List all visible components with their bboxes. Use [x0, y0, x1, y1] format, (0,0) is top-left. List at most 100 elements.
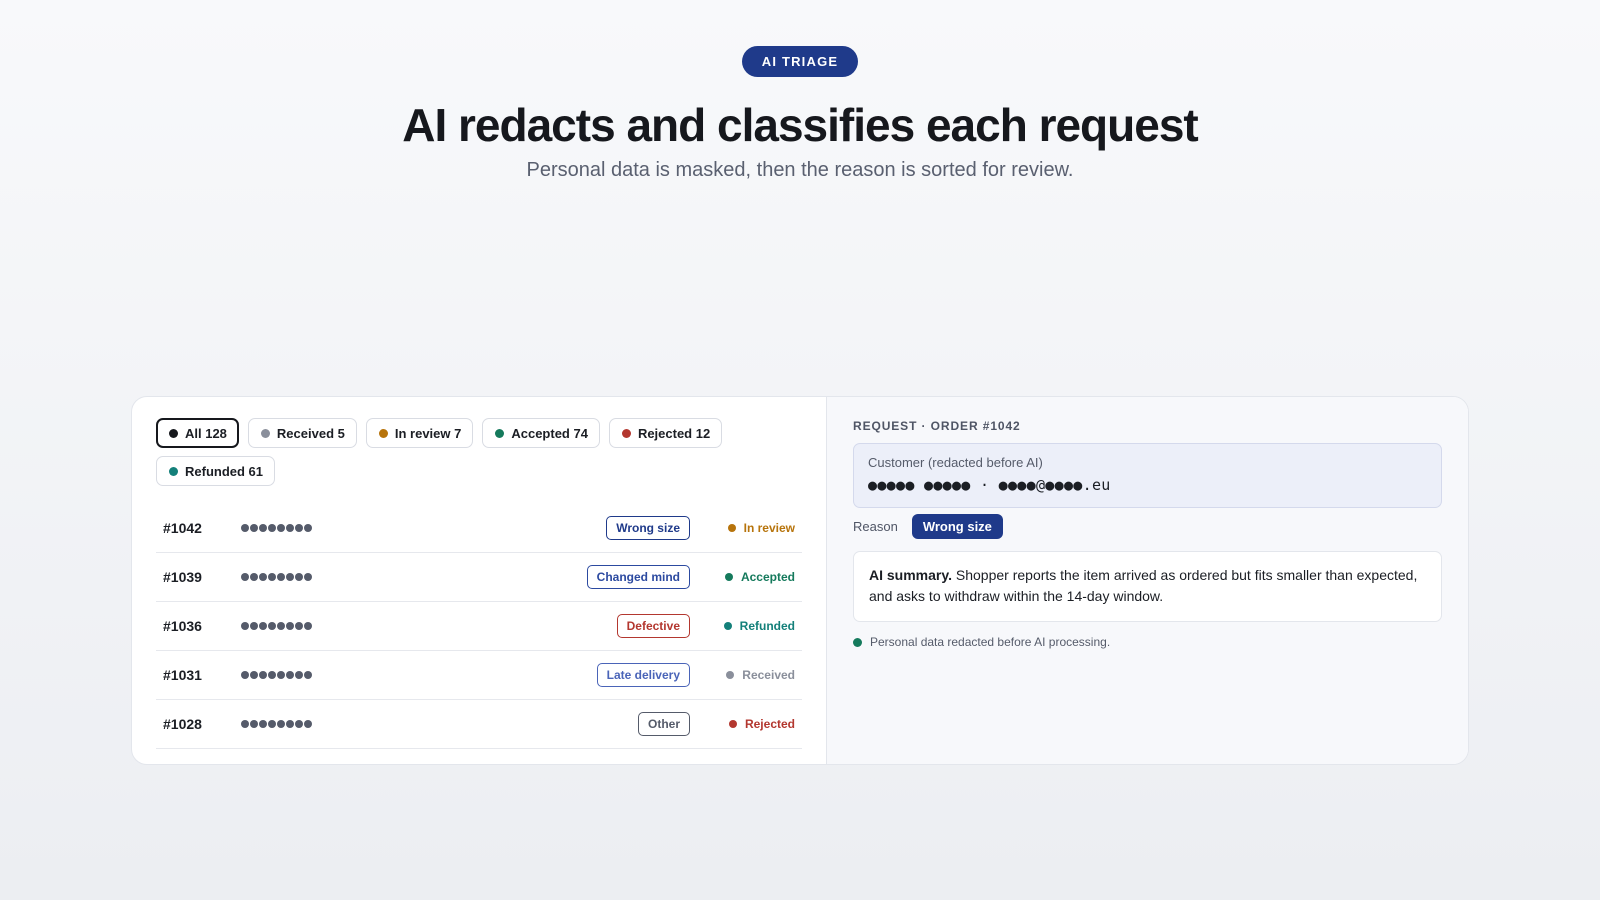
masked-customer: [241, 671, 597, 679]
filter-chip-label: Received 5: [276, 425, 345, 441]
status-badge: Rejected: [690, 717, 802, 731]
request-detail-panel: REQUEST · ORDER #1042 Customer (redacted…: [827, 397, 1468, 764]
mask-dot-icon: [277, 671, 285, 679]
reason-pill[interactable]: Wrong size: [911, 514, 1003, 539]
filter-chip-label: All 128: [185, 425, 227, 441]
mask-dot-icon: [286, 622, 294, 630]
status-label: Rejected: [744, 717, 795, 731]
customer-label: Customer (redacted before AI): [868, 455, 1043, 470]
customer-redacted-value: ●●●●● ●●●●● · ●●●●@●●●●.eu: [868, 476, 1111, 494]
filter-chip-label: Accepted 74: [511, 425, 588, 441]
mask-dot-icon: [268, 720, 276, 728]
ai-summary-text: Shopper reports the item arrived as orde…: [869, 567, 1418, 604]
mask-dot-icon: [286, 573, 294, 581]
masked-customer: [241, 524, 606, 532]
mask-dot-icon: [304, 573, 312, 581]
status-dot-icon: [726, 671, 735, 679]
mask-dot-icon: [250, 573, 258, 581]
filter-chip[interactable]: All 128: [156, 418, 239, 448]
table-row[interactable]: #1042 Wrong size In review: [156, 504, 802, 553]
status-badge: Accepted: [690, 570, 802, 584]
status-dot-icon: [727, 524, 736, 532]
status-badge: Received: [690, 668, 802, 682]
filter-chip[interactable]: Refunded 61: [156, 456, 276, 486]
reason-tag: Changed mind: [586, 565, 690, 589]
hero: AI TRIAGE AI redacts and classifies each…: [0, 46, 1600, 183]
mask-dot-icon: [259, 524, 267, 532]
mask-dot-icon: [250, 524, 258, 532]
table-row[interactable]: #1028 Other Rejected: [156, 700, 802, 749]
ai-summary-label: AI summary.: [869, 567, 952, 583]
mask-dot-icon: [241, 720, 249, 728]
mask-dot-icon: [268, 524, 276, 532]
mask-dot-icon: [295, 524, 303, 532]
status-dot-icon: [724, 573, 733, 581]
mask-dot-icon: [250, 671, 258, 679]
status-dot-icon: [378, 428, 388, 438]
mask-dot-icon: [259, 573, 267, 581]
mask-dot-icon: [268, 622, 276, 630]
table-row[interactable]: #1031 Late delivery Received: [156, 651, 802, 700]
reason-tag: Wrong size: [606, 516, 690, 540]
page-title: AI redacts and classifies each request: [402, 99, 1199, 151]
masked-customer: [241, 720, 638, 728]
status-label: In review: [743, 521, 795, 535]
order-id: #1042: [163, 520, 202, 536]
mask-dot-icon: [304, 720, 312, 728]
mask-dot-icon: [250, 622, 258, 630]
mask-dot-icon: [295, 622, 303, 630]
status-badge: In review: [690, 521, 802, 535]
mask-dot-icon: [295, 671, 303, 679]
filter-chip-label: Refunded 61: [185, 463, 264, 479]
customer-box: Customer (redacted before AI) ●●●●● ●●●●…: [853, 443, 1442, 508]
request-heading: REQUEST · ORDER #1042: [853, 419, 1021, 433]
status-dot-icon: [621, 428, 631, 438]
request-table: #1042 Wrong size In review #1039 Changed min…: [156, 504, 802, 749]
mask-dot-icon: [241, 524, 249, 532]
redaction-note-text: Personal data redacted before AI process…: [870, 635, 1111, 649]
page-subtitle: Personal data is masked, then the reason…: [526, 159, 1074, 181]
status-label: Accepted: [740, 570, 795, 584]
mask-dot-icon: [295, 573, 303, 581]
reason-row: Reason Wrong size: [853, 514, 1442, 539]
order-id: #1031: [163, 667, 202, 683]
mask-dot-icon: [295, 720, 303, 728]
order-id: #1036: [163, 618, 202, 634]
redaction-note: Personal data redacted before AI process…: [853, 635, 1442, 649]
mask-dot-icon: [277, 524, 285, 532]
mask-dot-icon: [304, 622, 312, 630]
mask-dot-icon: [286, 524, 294, 532]
status-dot-icon: [260, 428, 270, 438]
status-dot-icon: [169, 428, 178, 438]
filter-chip[interactable]: In review 7: [365, 418, 474, 448]
filter-chip-label: In review 7: [394, 425, 462, 441]
status-dot-icon: [728, 720, 737, 728]
mask-dot-icon: [268, 671, 276, 679]
filter-chip[interactable]: Accepted 74: [482, 418, 600, 448]
mask-dot-icon: [277, 573, 285, 581]
mask-dot-icon: [259, 622, 267, 630]
table-row[interactable]: #1036 Defective Refunded: [156, 602, 802, 651]
mask-dot-icon: [304, 524, 312, 532]
mask-dot-icon: [277, 622, 285, 630]
mask-dot-icon: [286, 720, 294, 728]
reason-tag: Late delivery: [596, 663, 690, 687]
mask-dot-icon: [268, 573, 276, 581]
filter-chip[interactable]: Rejected 12: [608, 418, 723, 448]
status-dot-icon: [723, 622, 732, 630]
status-dot-icon: [853, 637, 862, 647]
order-id: #1028: [163, 716, 202, 732]
mask-dot-icon: [259, 671, 267, 679]
mask-dot-icon: [241, 573, 249, 581]
ai-summary: AI summary. Shopper reports the item arr…: [853, 551, 1442, 622]
table-row[interactable]: #1039 Changed mind Accepted: [156, 553, 802, 602]
reason-label: Reason: [853, 519, 898, 534]
filter-chip[interactable]: Received 5: [247, 418, 357, 448]
status-dot-icon: [495, 428, 505, 438]
reason-tag: Defective: [616, 614, 690, 638]
order-id: #1039: [163, 569, 202, 585]
mask-dot-icon: [241, 622, 249, 630]
masked-customer: [241, 622, 617, 630]
mask-dot-icon: [304, 671, 312, 679]
mask-dot-icon: [250, 720, 258, 728]
